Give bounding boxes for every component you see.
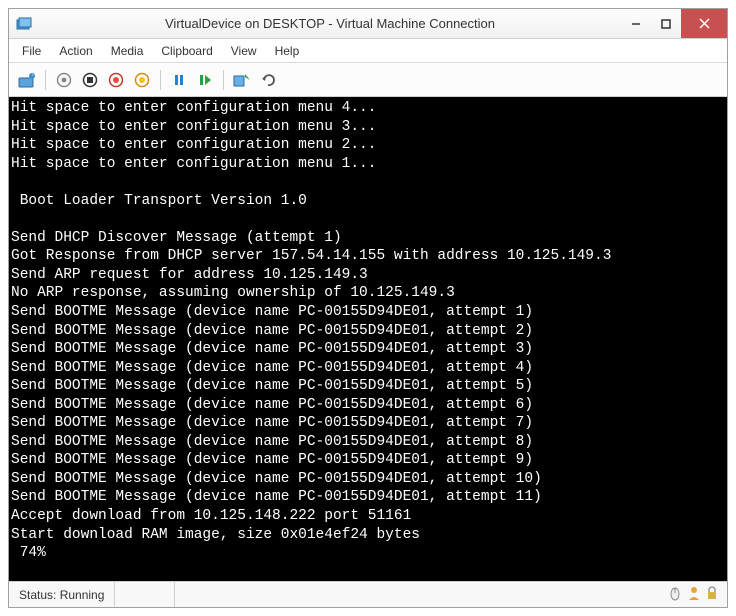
console-line: No ARP response, assuming ownership of 1…: [11, 284, 727, 303]
console-line: 74%: [11, 544, 727, 563]
console-line: Send BOOTME Message (device name PC-0015…: [11, 470, 727, 489]
console-line: Send BOOTME Message (device name PC-0015…: [11, 433, 727, 452]
minimize-button[interactable]: [621, 9, 651, 38]
console-line: Send BOOTME Message (device name PC-0015…: [11, 340, 727, 359]
revert-button[interactable]: [256, 68, 280, 92]
console-line: Send BOOTME Message (device name PC-0015…: [11, 377, 727, 396]
console-line: Send ARP request for address 10.125.149.…: [11, 266, 727, 285]
console-line: Send DHCP Discover Message (attempt 1): [11, 229, 727, 248]
status-icons: [659, 585, 727, 604]
console-line: Send BOOTME Message (device name PC-0015…: [11, 303, 727, 322]
vm-console[interactable]: Hit space to enter configuration menu 4.…: [9, 97, 727, 581]
console-line: Accept download from 10.125.148.222 port…: [11, 507, 727, 526]
console-line: [11, 173, 727, 192]
console-line: Hit space to enter configuration menu 1.…: [11, 155, 727, 174]
checkpoint-button[interactable]: [230, 68, 254, 92]
console-line: Send BOOTME Message (device name PC-0015…: [11, 488, 727, 507]
console-line: Hit space to enter configuration menu 2.…: [11, 136, 727, 155]
console-line: Start download RAM image, size 0x01e4ef2…: [11, 526, 727, 545]
titlebar: VirtualDevice on DESKTOP - Virtual Machi…: [9, 9, 727, 39]
menu-file[interactable]: File: [13, 42, 50, 60]
window-title: VirtualDevice on DESKTOP - Virtual Machi…: [39, 16, 621, 31]
toolbar: [9, 63, 727, 97]
toolbar-separator: [45, 70, 46, 90]
toolbar-separator: [160, 70, 161, 90]
console-line: Send BOOTME Message (device name PC-0015…: [11, 322, 727, 341]
pause-button[interactable]: [167, 68, 191, 92]
maximize-button[interactable]: [651, 9, 681, 38]
console-line: Boot Loader Transport Version 1.0: [11, 192, 727, 211]
menu-view[interactable]: View: [222, 42, 266, 60]
menu-clipboard[interactable]: Clipboard: [152, 42, 221, 60]
shutdown-button[interactable]: [104, 68, 128, 92]
start-button[interactable]: [52, 68, 76, 92]
close-button[interactable]: [681, 9, 727, 38]
menu-action[interactable]: Action: [50, 42, 101, 60]
console-line: Send BOOTME Message (device name PC-0015…: [11, 451, 727, 470]
menu-media[interactable]: Media: [102, 42, 153, 60]
toolbar-separator: [223, 70, 224, 90]
menu-help[interactable]: Help: [266, 42, 309, 60]
statusbar: Status: Running: [9, 581, 727, 607]
lock-icon: [705, 585, 719, 604]
hyperv-window: VirtualDevice on DESKTOP - Virtual Machi…: [8, 8, 728, 608]
reset-button[interactable]: [193, 68, 217, 92]
console-line: Send BOOTME Message (device name PC-0015…: [11, 359, 727, 378]
turnoff-button[interactable]: [78, 68, 102, 92]
status-label: Status: Running: [9, 582, 115, 607]
ctrl-alt-del-button[interactable]: [15, 68, 39, 92]
console-line: Hit space to enter configuration menu 3.…: [11, 118, 727, 137]
window-controls: [621, 9, 727, 38]
app-icon: [9, 16, 39, 32]
console-line: Hit space to enter configuration menu 4.…: [11, 99, 727, 118]
person-icon: [687, 585, 701, 604]
status-cell-empty: [115, 582, 175, 607]
console-line: Got Response from DHCP server 157.54.14.…: [11, 247, 727, 266]
console-line: Send BOOTME Message (device name PC-0015…: [11, 396, 727, 415]
mouse-icon: [667, 585, 683, 604]
console-line: Send BOOTME Message (device name PC-0015…: [11, 414, 727, 433]
save-button[interactable]: [130, 68, 154, 92]
console-line: [11, 210, 727, 229]
menubar: File Action Media Clipboard View Help: [9, 39, 727, 63]
